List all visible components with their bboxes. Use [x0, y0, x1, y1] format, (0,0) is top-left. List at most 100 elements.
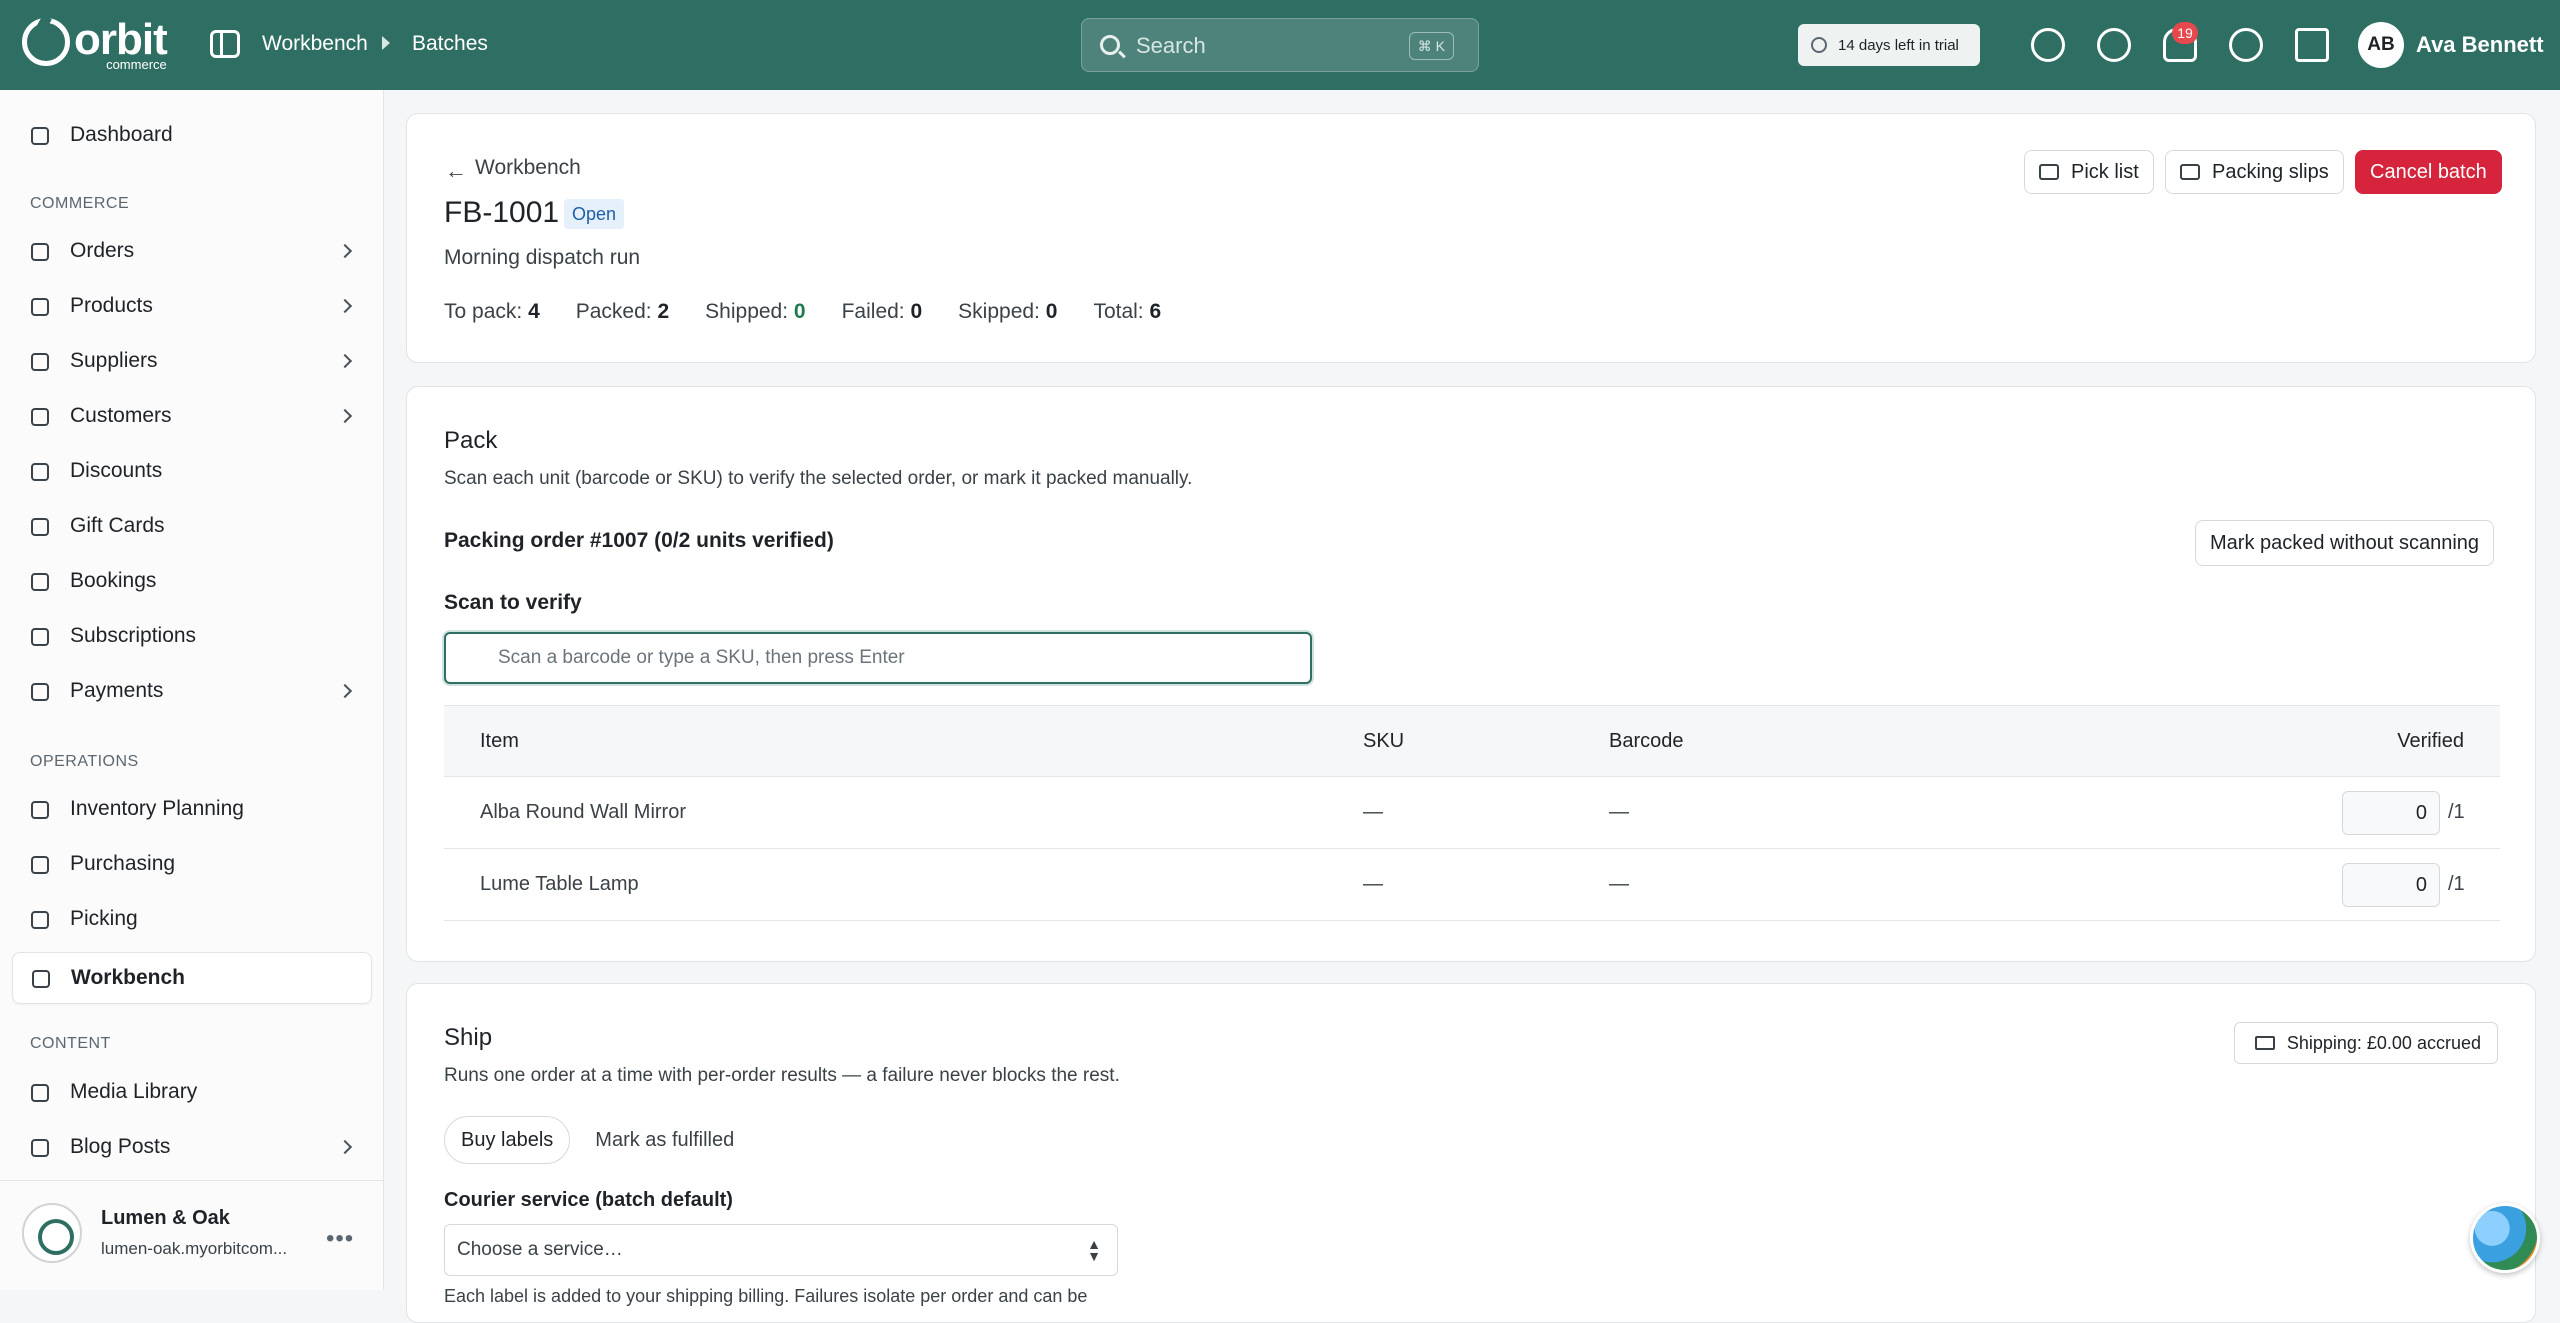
sidebar-item-suppliers[interactable]: Suppliers [12, 336, 372, 388]
sidebar-item-discounts[interactable]: Discounts [12, 446, 372, 498]
sidebar-item-workbench[interactable]: Workbench [12, 952, 372, 1004]
courier-service-select[interactable]: Choose a service… ▲ ▼ [444, 1224, 1118, 1276]
pick-list-button[interactable]: Pick list [2024, 150, 2154, 194]
store-logo-icon [22, 1203, 82, 1263]
sidebar-item-inventory-planning[interactable]: Inventory Planning [12, 784, 372, 836]
tab-buy-labels[interactable]: Buy labels [444, 1116, 571, 1164]
sidebar-item-bookings[interactable]: Bookings [12, 556, 372, 608]
help-chat-icon[interactable] [2031, 28, 2065, 62]
store-switcher[interactable]: Lumen & Oak lumen-oak.myorbitcom... ••• [0, 1180, 384, 1290]
image-icon [31, 1084, 49, 1102]
sidebar-item-gift-cards[interactable]: Gift Cards [12, 501, 372, 553]
printer-icon [2180, 164, 2200, 180]
sidebar-item-label: Purchasing [70, 852, 176, 875]
discounts-icon [31, 463, 49, 481]
button-label: Packing slips [2212, 160, 2329, 183]
stat-label: Shipped: [705, 300, 789, 323]
top-bar: orbit commerce Workbench Batches ⌘ K 14 … [0, 0, 2560, 90]
stat-label: Failed: [841, 300, 905, 323]
sidebar-section-commerce: COMMERCE [30, 195, 130, 212]
column-sku: SKU [1363, 730, 1405, 752]
verified-count-field[interactable]: 0 [2342, 791, 2440, 835]
trial-badge[interactable]: 14 days left in trial [1798, 24, 1980, 66]
verified-count-field[interactable]: 0 [2342, 863, 2440, 907]
brand-logo[interactable]: orbit commerce [22, 15, 168, 71]
chevron-right-icon [337, 408, 353, 424]
orders-icon [31, 243, 49, 261]
orbit-logo-icon [22, 18, 70, 66]
back-arrow-icon[interactable]: ← [445, 158, 467, 184]
shipping-accrued-badge[interactable]: Shipping: £0.00 accrued [2233, 1022, 2498, 1064]
blog-icon [31, 1139, 49, 1157]
search-input[interactable] [1136, 33, 1386, 59]
column-verified: Verified [2397, 730, 2464, 752]
chevron-right-icon [337, 298, 353, 314]
sidebar-item-purchasing[interactable]: Purchasing [12, 839, 372, 891]
sidebar-item-subscriptions[interactable]: Subscriptions [12, 611, 372, 663]
sidebar-item-label: Blog Posts [70, 1135, 171, 1158]
packing-slips-button[interactable]: Packing slips [2165, 150, 2344, 194]
sidebar-item-picking[interactable]: Picking [12, 894, 372, 946]
stat-label: Packed: [575, 300, 652, 323]
scan-input[interactable] [444, 632, 1312, 684]
clipboard-icon [31, 801, 49, 819]
pin-icon [31, 911, 49, 929]
item-barcode: — [1609, 873, 1629, 895]
sidebar-item-blog-posts[interactable]: Blog Posts [12, 1122, 372, 1174]
verified-total: /1 [2448, 873, 2465, 895]
sidebar-item-orders[interactable]: Orders [12, 226, 372, 278]
sidebar-item-label: Workbench [71, 966, 185, 989]
breadcrumb-batches[interactable]: Batches [412, 32, 488, 56]
assistant-launcher-icon[interactable] [2470, 1203, 2540, 1273]
scan-label: Scan to verify [444, 591, 582, 614]
tab-mark-fulfilled[interactable]: Mark as fulfilled [578, 1116, 751, 1164]
notification-count-badge: 19 [2172, 22, 2198, 44]
back-link[interactable]: Workbench [475, 156, 581, 180]
stat-value: 0 [1045, 300, 1058, 323]
sidebar-item-label: Payments [70, 679, 164, 702]
storefront-icon[interactable] [2295, 28, 2329, 62]
sidebar-item-dashboard[interactable]: Dashboard [12, 110, 372, 162]
gift-icon [31, 518, 49, 536]
sidebar-item-products[interactable]: Products [12, 281, 372, 333]
sidebar-item-label: Subscriptions [70, 624, 197, 647]
calendar-icon [31, 573, 49, 591]
mark-packed-button[interactable]: Mark packed without scanning [2195, 520, 2495, 566]
breadcrumb-workbench[interactable]: Workbench [262, 32, 368, 56]
trial-label: 14 days left in trial [1838, 36, 1959, 54]
sidebar-item-label: Bookings [70, 569, 157, 592]
sidebar-toggle-icon[interactable] [210, 30, 240, 58]
sidebar-item-label: Suppliers [70, 349, 158, 372]
more-options-icon[interactable]: ••• [326, 1225, 354, 1253]
sidebar-item-label: Orders [70, 239, 135, 262]
pack-subtitle: Scan each unit (barcode or SKU) to verif… [444, 468, 1193, 489]
stat-failed: Failed: 0 [842, 300, 923, 324]
dashboard-icon [31, 127, 49, 145]
table-row: Lume Table Lamp — — 0 /1 [444, 849, 2500, 921]
theme-toggle-sun-icon[interactable] [2097, 28, 2131, 62]
sidebar-item-customers[interactable]: Customers [12, 391, 372, 443]
logo-word: orbit [74, 15, 168, 64]
courier-service-label: Courier service (batch default) [444, 1189, 733, 1211]
table-row: Alba Round Wall Mirror — — 0 /1 [444, 777, 2500, 849]
billing-note: Each label is added to your shipping bil… [444, 1286, 1088, 1306]
sidebar-item-payments[interactable]: Payments [12, 666, 372, 718]
store-name: Lumen & Oak [101, 1207, 230, 1229]
ship-mode-tabs: Buy labels Mark as fulfilled [444, 1116, 751, 1164]
cancel-batch-button[interactable]: Cancel batch [2355, 150, 2502, 194]
user-name[interactable]: Ava Bennett [2416, 32, 2544, 58]
sidebar-item-media-library[interactable]: Media Library [12, 1067, 372, 1119]
stat-value: 0 [910, 300, 923, 323]
stat-to-pack: To pack: 4 [444, 300, 540, 324]
search-icon [1100, 35, 1120, 55]
sidebar-item-label: Customers [70, 404, 172, 427]
support-lifebuoy-icon[interactable] [2229, 28, 2263, 62]
stat-value: 6 [1149, 300, 1162, 323]
stat-packed: Packed: 2 [576, 300, 669, 324]
pack-card: Pack Scan each unit (barcode or SKU) to … [406, 386, 2536, 962]
chevron-right-icon [337, 243, 353, 259]
sidebar-item-label: Dashboard [70, 123, 173, 146]
user-avatar[interactable]: AB [2358, 22, 2404, 68]
global-search[interactable]: ⌘ K [1081, 18, 1479, 72]
sidebar: Dashboard COMMERCE Orders Products Suppl… [0, 90, 384, 1290]
